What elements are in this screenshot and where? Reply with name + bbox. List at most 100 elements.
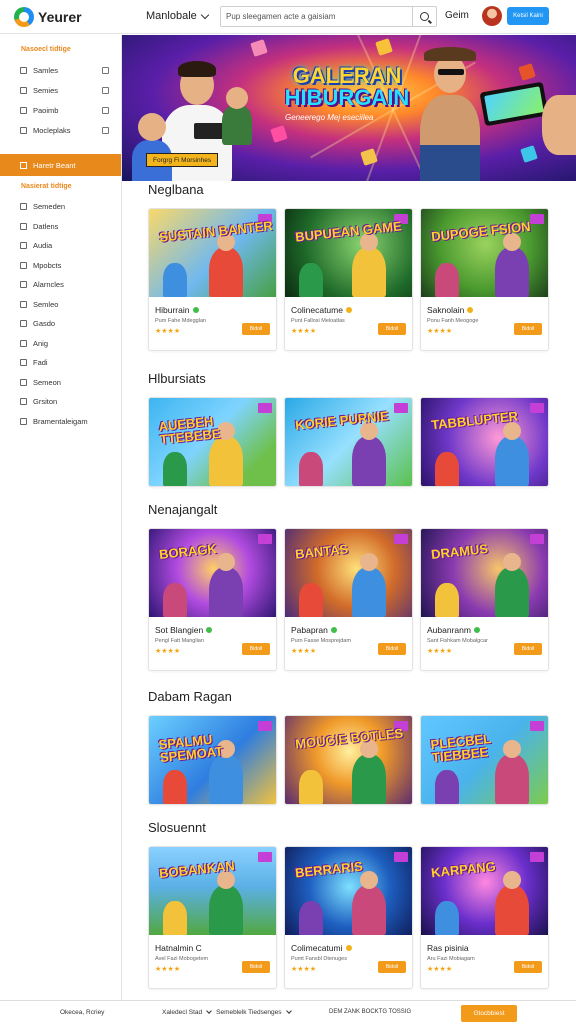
play-button[interactable]: Bidoil	[514, 643, 542, 655]
game-card[interactable]: AUEBEH TTEBEBE	[148, 397, 277, 487]
footer-button[interactable]: Gtocbbiest	[461, 1005, 517, 1022]
game-thumbnail[interactable]: BANTAS	[285, 529, 412, 617]
thumbnail-character-head	[503, 871, 521, 889]
game-thumbnail[interactable]: BORAGK	[149, 529, 276, 617]
sidebar-item[interactable]: Fadi	[0, 353, 121, 373]
language-select[interactable]: Xaledecl Stad	[162, 1009, 202, 1016]
sidebar-item-active[interactable]: Haretr Beant	[0, 154, 121, 176]
hero-cta-button[interactable]: Forgrg Fi Morsinhes	[146, 153, 219, 167]
thumbnail-badge	[258, 852, 272, 862]
sidebar-item[interactable]: Samles	[0, 60, 121, 80]
sidebar-item[interactable]: Datlens	[0, 217, 121, 237]
game-card[interactable]: PLECBEL TIEBBEE	[420, 715, 549, 805]
hero-banner[interactable]: GALERAN HIBURGAIN Geneerego Mej eseciile…	[122, 35, 576, 181]
play-button[interactable]: Bidoil	[242, 323, 270, 335]
avatar[interactable]	[482, 6, 502, 26]
gift-icon	[20, 106, 27, 114]
thumbnail-character	[209, 247, 243, 297]
sidebar-item[interactable]: Paoimb	[0, 100, 121, 120]
game-card[interactable]: BERRARIS Colimecatumi Pumt Fansbl Dtenuges…	[284, 846, 413, 989]
hero-hair	[178, 61, 216, 77]
game-card[interactable]: SUSTAIN BANTER Hiburrain Pum Fahe Mdegglan…	[148, 208, 277, 351]
game-title-text: Pabapran	[291, 625, 328, 635]
play-button[interactable]: Bidoil	[514, 961, 542, 973]
footer-links[interactable]: DEM ZANK BOCKTG TOSSIG	[329, 1009, 411, 1015]
game-card[interactable]: BUPUEAN GAME Colinecatume Punt Fallosi Mel…	[284, 208, 413, 351]
thumbnail-character	[163, 263, 187, 297]
hero-gun	[194, 123, 224, 139]
game-thumbnail[interactable]: DRAMUS	[421, 529, 548, 617]
sidebar-item[interactable]: Semeon	[0, 373, 121, 393]
login-link[interactable]: Geim	[445, 10, 469, 21]
thumbnail-title: SUSTAIN BANTER	[158, 218, 274, 245]
game-thumbnail[interactable]: PLECBEL TIEBBEE	[421, 716, 548, 804]
search-input[interactable]	[221, 7, 412, 26]
game-thumbnail[interactable]: BERRARIS	[285, 847, 412, 935]
game-card[interactable]: MOUCIE BOTLES	[284, 715, 413, 805]
sidebar-item[interactable]: Bramentaleigam	[0, 412, 121, 432]
game-title[interactable]: Saknolain	[427, 305, 542, 315]
game-card[interactable]: DRAMUS Aubanranm Sant Fishkam Mobalgcar ★★★…	[420, 528, 549, 671]
game-card[interactable]: DUPOGE FSION Saknolain Ponu Fanh Meogoge ★★…	[420, 208, 549, 351]
sidebar-item[interactable]: Semeden	[0, 197, 121, 217]
play-button[interactable]: Bidoil	[378, 961, 406, 973]
game-card[interactable]: BORAGK Sot Blangien Pengl Fatt Manglian ★★★…	[148, 528, 277, 671]
card-info: Colinecatume Punt Fallosi Meloatlas ★★★★ Bi…	[285, 297, 412, 350]
thumbnail-badge	[530, 852, 544, 862]
card-info: Ras pisinia Aru Fazi Mobiagam ★★★★ Bidoil	[421, 935, 548, 988]
signup-button[interactable]: Ketsil Kaini	[507, 7, 549, 25]
sidebar-item-label: Audia	[33, 241, 53, 251]
play-button[interactable]: Bidoil	[378, 323, 406, 335]
game-thumbnail[interactable]: TABBLUPTER	[421, 398, 548, 486]
category-dropdown[interactable]: Manlobale	[146, 10, 210, 22]
game-card[interactable]: BOBANKAN Hatnalmin C Avel Fazi Mobogetem ★★…	[148, 846, 277, 989]
game-card[interactable]: KORIE PURNIE	[284, 397, 413, 487]
thumbnail-character	[352, 885, 386, 935]
region-select[interactable]: Semeblelk Tiedsenges	[216, 1009, 281, 1016]
game-thumbnail[interactable]: DUPOGE FSION	[421, 209, 548, 297]
sidebar-item[interactable]: Semleo	[0, 295, 121, 315]
game-title[interactable]: Pabapran	[291, 625, 406, 635]
game-title[interactable]: Sot Blangien	[155, 625, 270, 635]
game-thumbnail[interactable]: KORIE PURNIE	[285, 398, 412, 486]
sidebar-group-title: Nasierat tidtige	[21, 183, 72, 190]
game-title[interactable]: Ras pisinia	[427, 943, 542, 953]
game-thumbnail[interactable]: KARPANG	[421, 847, 548, 935]
play-button[interactable]: Bidoil	[242, 961, 270, 973]
category-icon	[20, 300, 27, 308]
game-thumbnail[interactable]: AUEBEH TTEBEBE	[149, 398, 276, 486]
play-button[interactable]: Bidoil	[378, 643, 406, 655]
sidebar-item[interactable]: Mocleplaks	[0, 120, 121, 140]
sidebar-item[interactable]: Anig	[0, 334, 121, 354]
thumbnail-badge	[258, 534, 272, 544]
game-card[interactable]: SPALMU SPEMOAT	[148, 715, 277, 805]
game-thumbnail[interactable]: BUPUEAN GAME	[285, 209, 412, 297]
sidebar-item-label: Alarncles	[33, 280, 64, 290]
play-button[interactable]: Bidoil	[242, 643, 270, 655]
game-thumbnail[interactable]: BOBANKAN	[149, 847, 276, 935]
search-button[interactable]	[412, 7, 436, 26]
game-title[interactable]: Colinecatume	[291, 305, 406, 315]
game-card[interactable]: KARPANG Ras pisinia Aru Fazi Mobiagam ★★★★ B…	[420, 846, 549, 989]
game-thumbnail[interactable]: SPALMU SPEMOAT	[149, 716, 276, 804]
sidebar-item[interactable]: Grsiton	[0, 392, 121, 412]
sidebar-item[interactable]: Semies	[0, 80, 121, 100]
game-title[interactable]: Hiburrain	[155, 305, 270, 315]
game-title[interactable]: Colimecatumi	[291, 943, 406, 953]
game-title[interactable]: Aubanranm	[427, 625, 542, 635]
sidebar-item[interactable]: Alarncles	[0, 275, 121, 295]
sidebar-item[interactable]: Audia	[0, 236, 121, 256]
sidebar-item[interactable]: Mpobcts	[0, 256, 121, 276]
game-thumbnail[interactable]: MOUCIE BOTLES	[285, 716, 412, 804]
sidebar-item-label: Fadi	[33, 358, 48, 368]
thumbnail-title: PLECBEL TIEBBEE	[429, 730, 492, 766]
game-card[interactable]: BANTAS Pabapran Purn Fasse Mosprejdam ★★★★ B…	[284, 528, 413, 671]
game-card[interactable]: TABBLUPTER	[420, 397, 549, 487]
verified-badge-icon	[345, 307, 352, 313]
hero-subtitle: Geneerego Mej eseciilea	[285, 113, 374, 122]
sidebar-item[interactable]: Gasdo	[0, 314, 121, 334]
logo[interactable]: Yeurer	[14, 7, 82, 27]
play-button[interactable]: Bidoil	[514, 323, 542, 335]
game-thumbnail[interactable]: SUSTAIN BANTER	[149, 209, 276, 297]
game-title[interactable]: Hatnalmin C	[155, 943, 270, 953]
